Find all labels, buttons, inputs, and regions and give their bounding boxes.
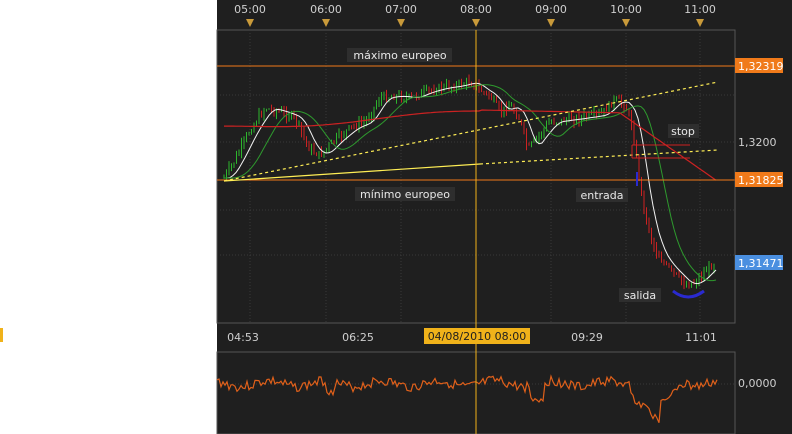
cursor-date-badge: 04/08/2010 08:00 [424,328,530,344]
label-text: stop [671,125,695,138]
price-tag-current: 1,31471 [735,255,784,270]
left-edge-marker [0,328,3,342]
bottom-time-label: 11:01 [685,331,717,344]
label-stop: stop [668,124,699,138]
label-text: salida [624,289,656,302]
top-time-label: 10:00 [610,3,642,16]
oscillator-pane[interactable]: 0,0000 [216,351,777,434]
price-tag-high: 1,32319 [735,58,784,73]
price-tag-text: 1,32319 [738,60,784,73]
bottom-time-axis: 04:53 06:25 09:29 11:01 04/08/2010 08:00 [227,328,717,344]
bottom-time-label: 04:53 [227,331,259,344]
label-entrada: entrada [576,188,628,202]
top-time-label: 06:00 [310,3,342,16]
price-tag-text: 1,31825 [738,174,784,187]
price-tick-label: 1,3200 [738,136,777,149]
cursor-date-text: 04/08/2010 08:00 [428,330,527,343]
price-scale[interactable]: 1,3200 1,32319 1,31825 1,31471 [734,30,784,323]
price-tag-low: 1,31825 [735,172,784,187]
label-text: entrada [580,189,623,202]
top-time-label: 05:00 [234,3,266,16]
trading-chart[interactable]: 05:00 06:00 07:00 08:00 09:00 10:00 11:0… [0,0,792,434]
top-time-label: 09:00 [535,3,567,16]
label-salida: salida [619,288,661,302]
oscillator-zero-label: 0,0000 [738,377,777,390]
label-text: máximo europeo [353,49,446,62]
top-time-label: 11:00 [684,3,716,16]
label-text: mínimo europeo [360,188,450,201]
top-time-label: 07:00 [385,3,417,16]
top-time-label: 08:00 [460,3,492,16]
bottom-time-label: 09:29 [571,331,603,344]
price-tag-text: 1,31471 [738,257,784,270]
label-minimo-europeo: mínimo europeo [355,187,455,201]
bottom-time-label: 06:25 [342,331,374,344]
label-maximo-europeo: máximo europeo [347,48,452,62]
top-time-axis: 05:00 06:00 07:00 08:00 09:00 10:00 11:0… [217,0,735,30]
